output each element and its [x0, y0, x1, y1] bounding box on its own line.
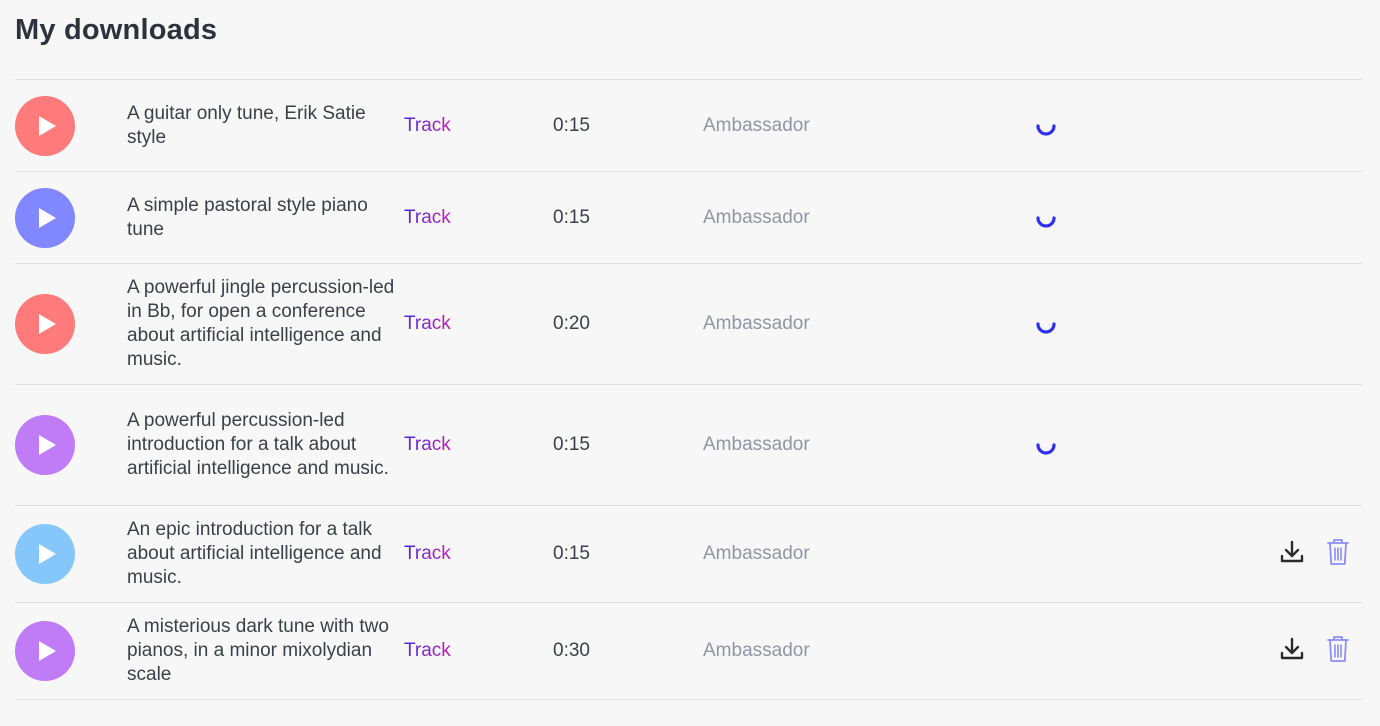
- download-row: An epic introduction for a talk about ar…: [15, 506, 1362, 603]
- track-title: A guitar only tune, Erik Satie style: [127, 102, 366, 148]
- row-actions: [1278, 537, 1352, 572]
- track-title: A powerful percussion-led introduction f…: [127, 410, 389, 479]
- play-icon: [33, 313, 57, 335]
- downloads-page: My downloads A guitar only tune, Erik Sa…: [0, 0, 1380, 726]
- download-row: A guitar only tune, Erik Satie style Trac…: [15, 80, 1362, 172]
- loading-spinner-icon: [1035, 207, 1057, 229]
- loading-spinner-icon: [1035, 434, 1057, 456]
- download-row: A simple pastoral style piano tune Track 0…: [15, 172, 1362, 264]
- download-row: A powerful percussion-led introduction f…: [15, 385, 1362, 506]
- download-row: A powerful jingle percussion-led in Bb, …: [15, 264, 1362, 385]
- downloads-list: A guitar only tune, Erik Satie style Trac…: [15, 79, 1362, 700]
- delete-button[interactable]: [1324, 634, 1352, 669]
- trash-icon: [1326, 537, 1350, 572]
- track-title: An epic introduction for a talk about ar…: [127, 519, 382, 588]
- play-button[interactable]: [15, 95, 75, 156]
- page-title: My downloads: [15, 14, 218, 46]
- download-button[interactable]: [1278, 539, 1306, 569]
- play-icon: [33, 115, 57, 137]
- play-icon: [33, 207, 57, 229]
- track-type-link[interactable]: Track: [404, 115, 451, 137]
- play-icon: [33, 640, 57, 662]
- track-duration: 0:15: [553, 434, 590, 455]
- play-button[interactable]: [15, 621, 75, 681]
- track-type-link[interactable]: Track: [404, 640, 451, 662]
- track-plan: Ambassador: [703, 543, 810, 564]
- track-title: A powerful jingle percussion-led in Bb, …: [127, 277, 395, 370]
- track-type-link[interactable]: Track: [404, 207, 451, 229]
- play-button[interactable]: [15, 187, 75, 248]
- play-button[interactable]: [15, 294, 75, 354]
- track-plan: Ambassador: [703, 114, 810, 136]
- track-duration: 0:15: [553, 543, 590, 564]
- track-type-link[interactable]: Track: [404, 313, 451, 335]
- download-row: A misterious dark tune with two pianos, …: [15, 603, 1362, 700]
- play-button[interactable]: [15, 524, 75, 584]
- track-type-link[interactable]: Track: [404, 543, 451, 565]
- loading-spinner-icon: [1035, 115, 1057, 137]
- trash-icon: [1326, 634, 1350, 669]
- track-plan: Ambassador: [703, 640, 810, 661]
- row-actions: [1278, 634, 1352, 669]
- download-icon: [1279, 636, 1305, 667]
- play-icon: [33, 543, 57, 565]
- track-type-link[interactable]: Track: [404, 434, 451, 456]
- track-plan: Ambassador: [703, 313, 810, 334]
- download-icon: [1279, 539, 1305, 570]
- delete-button[interactable]: [1324, 537, 1352, 572]
- track-title: A simple pastoral style piano tune: [127, 194, 368, 240]
- track-duration: 0:15: [553, 206, 590, 228]
- track-duration: 0:20: [553, 313, 590, 334]
- track-duration: 0:15: [553, 114, 590, 136]
- download-button[interactable]: [1278, 636, 1306, 666]
- track-plan: Ambassador: [703, 434, 810, 455]
- track-title: A misterious dark tune with two pianos, …: [127, 616, 389, 685]
- play-button[interactable]: [15, 415, 75, 475]
- track-duration: 0:30: [553, 640, 590, 661]
- track-plan: Ambassador: [703, 206, 810, 228]
- loading-spinner-icon: [1035, 313, 1057, 335]
- play-icon: [33, 434, 57, 456]
